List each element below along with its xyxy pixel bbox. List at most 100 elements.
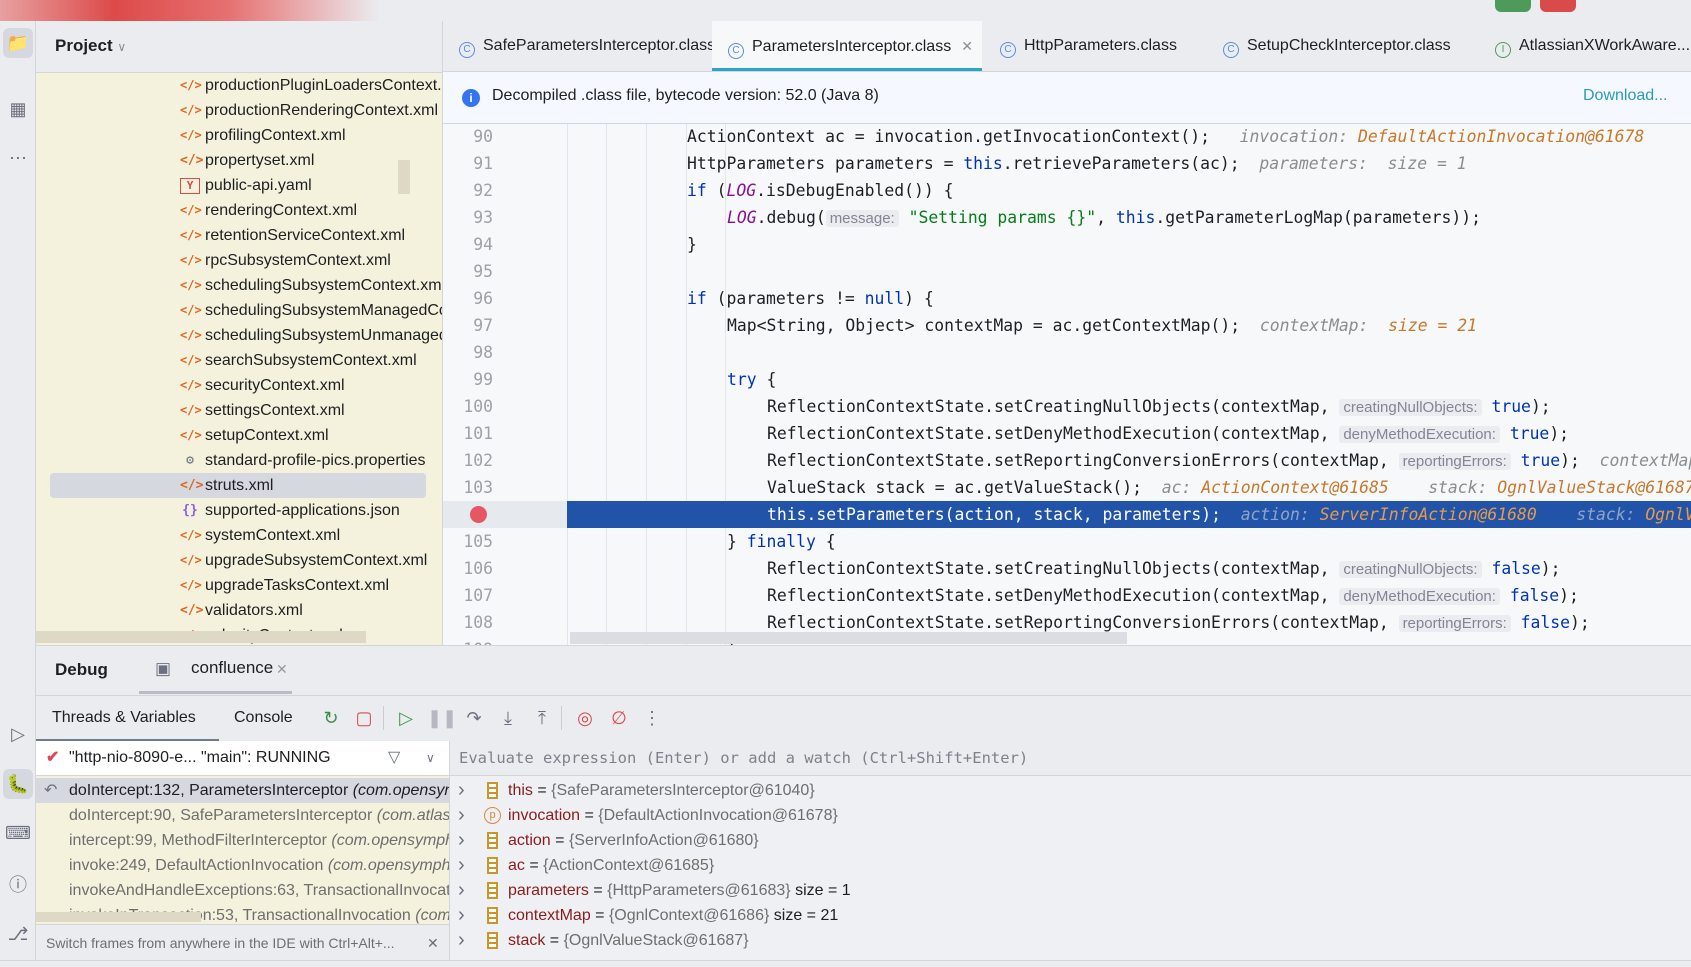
terminal-icon[interactable]: ⌨ xyxy=(3,818,33,848)
rerun-icon[interactable]: ↻ xyxy=(318,705,344,731)
line-number[interactable]: 92 xyxy=(443,177,493,204)
frame-text: intercept:99, MethodFilterInterceptor (c… xyxy=(69,828,449,853)
line-number[interactable]: 105 xyxy=(443,528,493,555)
tree-item[interactable]: {} supported-applications.json xyxy=(36,498,442,523)
tree-item[interactable]: </> productionPluginLoadersContext.xml xyxy=(36,73,442,98)
tree-item[interactable]: </>schedulingSubsystemManagedContext.xml xyxy=(36,298,442,323)
filter-icon[interactable]: ▽ xyxy=(388,741,400,775)
tab-parametersinterceptor[interactable]: C ParametersInterceptor.class ✕ xyxy=(712,21,982,71)
line-number[interactable]: 96 xyxy=(443,285,493,312)
chevron-down-icon[interactable]: ∨ xyxy=(426,741,435,775)
tree-item[interactable]: </>schedulingSubsystemUnmanagedContext.x… xyxy=(36,323,442,348)
line-number[interactable]: 95 xyxy=(443,258,493,285)
tree-item[interactable]: </> struts.xml xyxy=(36,473,442,498)
stack-frame[interactable]: invokeAndHandleExceptions:63, Transactio… xyxy=(36,878,449,903)
horizontal-scrollbar[interactable] xyxy=(36,631,366,643)
stop-button[interactable] xyxy=(1540,0,1576,12)
tree-item[interactable]: </> upgradeSubsystemContext.xml xyxy=(36,548,442,573)
frames-scrollbar[interactable] xyxy=(36,912,201,922)
line-number[interactable]: 107 xyxy=(443,582,493,609)
editor-horizontal-scrollbar[interactable] xyxy=(570,632,1127,644)
run-button[interactable] xyxy=(1495,0,1531,12)
code-token: if xyxy=(687,181,707,200)
mute-breakpoints-icon[interactable]: ∅ xyxy=(606,705,632,731)
tree-item[interactable]: </> upgradeTasksContext.xml xyxy=(36,573,442,598)
tab-console[interactable]: Console xyxy=(234,709,293,727)
line-number[interactable]: 91 xyxy=(443,150,493,177)
tab-safeparametersinterceptor[interactable]: C SafeParametersInterceptor.class xyxy=(443,21,715,71)
breakpoint-icon[interactable] xyxy=(470,506,487,523)
evaluate-input[interactable]: Evaluate expression (Enter) or add a wat… xyxy=(450,741,1691,776)
view-breakpoints-icon[interactable]: ◎ xyxy=(572,705,598,731)
resume-icon[interactable]: ▷ xyxy=(393,705,419,731)
line-number[interactable]: 100 xyxy=(443,393,493,420)
chevron-right-icon[interactable]: › xyxy=(458,778,465,803)
debug-value-hint: stack: xyxy=(1388,478,1498,497)
problems-icon[interactable]: ⓘ xyxy=(3,869,33,899)
tree-item[interactable]: </> profilingContext.xml xyxy=(36,123,442,148)
chevron-right-icon[interactable]: › xyxy=(458,928,465,953)
tree-item[interactable]: </> rpcSubsystemContext.xml xyxy=(36,248,442,273)
stack-frame[interactable]: ↶ doIntercept:132, ParametersInterceptor … xyxy=(36,778,449,803)
tree-item[interactable]: </> retentionServiceContext.xml xyxy=(36,223,442,248)
more-icon[interactable]: ⋯ xyxy=(3,143,33,173)
chevron-right-icon[interactable]: › xyxy=(458,878,465,903)
line-number[interactable]: 101 xyxy=(443,420,493,447)
line-number[interactable]: 90 xyxy=(443,124,493,150)
tab-httpparameters[interactable]: C HttpParameters.class xyxy=(984,21,1177,71)
download-link[interactable]: Download... xyxy=(1583,87,1668,105)
step-over-icon[interactable]: ↷ xyxy=(461,705,487,731)
session-tab[interactable]: ▣ confluence xyxy=(139,646,292,694)
tree-item[interactable]: </> schedulingSubsystemContext.xml xyxy=(36,273,442,298)
vertical-scrollbar[interactable] xyxy=(398,160,410,194)
step-out-icon[interactable]: ⤒ xyxy=(529,705,555,731)
code-editor[interactable]: 90 ActionContext ac = invocation.getInvoc… xyxy=(443,124,1691,645)
line-number[interactable]: 109 xyxy=(443,636,493,645)
tree-item[interactable]: Ypublic-api.yaml xyxy=(36,173,442,198)
debug-bug-icon[interactable]: 🐛 xyxy=(3,769,33,799)
tree-item[interactable]: </> searchSubsystemContext.xml xyxy=(36,348,442,373)
structure-icon[interactable]: ▦ xyxy=(3,94,33,124)
thread-selector[interactable]: ✔ "http-nio-8090-e... "main": RUNNING ▽ … xyxy=(36,741,449,776)
line-number[interactable]: 94 xyxy=(443,231,493,258)
step-into-icon[interactable]: ⤓ xyxy=(495,705,521,731)
tree-item[interactable]: ⚙ standard-profile-pics.properties xyxy=(36,448,442,473)
tree-item[interactable]: </> securityContext.xml xyxy=(36,373,442,398)
tree-item[interactable]: </> productionRenderingContext.xml xyxy=(36,98,442,123)
line-number[interactable]: 108 xyxy=(443,609,493,636)
stack-frame[interactable]: doIntercept:90, SafeParametersIntercepto… xyxy=(36,803,449,828)
chevron-right-icon[interactable]: › xyxy=(458,828,465,853)
project-folder-icon[interactable]: 📁 xyxy=(3,28,33,58)
tree-item[interactable]: </> setupContext.xml xyxy=(36,423,442,448)
close-session-icon[interactable]: ✕ xyxy=(276,661,288,678)
project-header[interactable]: Project ∨ xyxy=(36,21,442,73)
line-number[interactable]: 98 xyxy=(443,339,493,366)
line-number[interactable]: 97 xyxy=(443,312,493,339)
chevron-right-icon[interactable]: › xyxy=(458,803,465,828)
tree-item[interactable]: </> settingsContext.xml xyxy=(36,398,442,423)
stack-frame[interactable]: intercept:99, MethodFilterInterceptor (c… xyxy=(36,828,449,853)
line-number[interactable]: 93 xyxy=(443,204,493,231)
pause-icon[interactable]: ❚❚ xyxy=(427,705,457,731)
close-hint-icon[interactable]: ✕ xyxy=(427,925,439,961)
line-number[interactable]: 106 xyxy=(443,555,493,582)
close-tab-icon[interactable]: ✕ xyxy=(961,38,973,54)
stop-icon[interactable]: ▢ xyxy=(351,705,377,731)
chevron-right-icon[interactable]: › xyxy=(458,853,465,878)
line-number[interactable]: 99 xyxy=(443,366,493,393)
tab-atlassianxworkaware[interactable]: I AtlassianXWorkAware... xyxy=(1479,21,1690,71)
services-icon[interactable]: ▷ xyxy=(3,719,33,749)
tab-setupcheckinterceptor[interactable]: C SetupCheckInterceptor.class xyxy=(1207,21,1451,71)
line-number[interactable]: 102 xyxy=(443,447,493,474)
tree-item[interactable]: </> validators.xml xyxy=(36,598,442,623)
tree-item[interactable]: </> renderingContext.xml xyxy=(36,198,442,223)
tree-item[interactable]: </> systemContext.xml xyxy=(36,523,442,548)
chevron-right-icon[interactable]: › xyxy=(458,903,465,928)
variable-text: action = {ServerInfoAction@61680} xyxy=(508,828,759,853)
tree-item[interactable]: </> propertyset.xml xyxy=(36,148,442,173)
stack-frame[interactable]: invoke:249, DefaultActionInvocation (com… xyxy=(36,853,449,878)
tab-threads-variables[interactable]: Threads & Variables xyxy=(36,696,219,742)
more-options-icon[interactable]: ⋮ xyxy=(639,705,665,731)
git-icon[interactable]: ⎇ xyxy=(3,919,33,949)
line-number[interactable]: 103 xyxy=(443,474,493,501)
